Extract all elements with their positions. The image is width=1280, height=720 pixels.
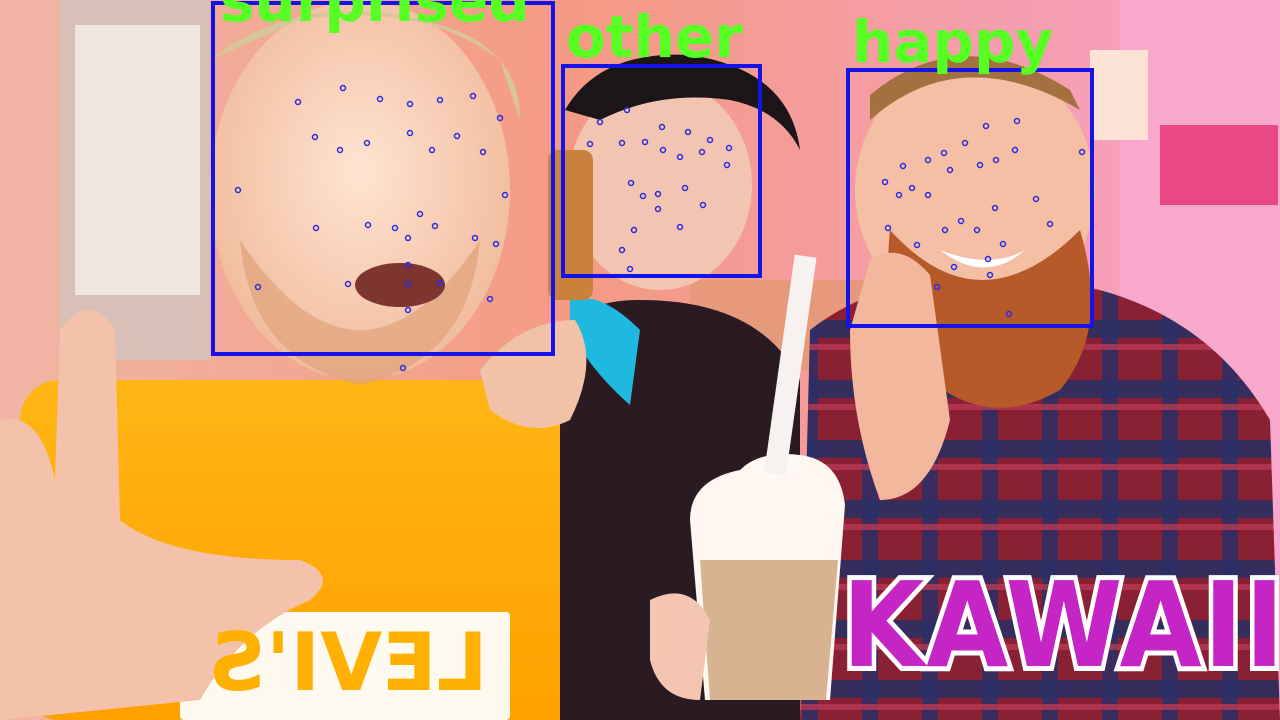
face-landmarks-2 [586,106,733,273]
emotion-label-1: surprised [220,0,530,35]
emotion-label-2: other [566,3,743,71]
shirt-logo-text: LEVI'S [208,615,488,709]
kawaii-sticker-text: KAWAII [837,556,1280,694]
face-box-3 [846,68,1094,328]
face-landmarks-3 [881,117,1086,318]
emotion-label-3: happy [852,8,1054,76]
video-frame: surprised other happy LEVI'S KAWAII [0,0,1280,720]
face-box-2 [561,64,762,278]
face-box-1 [211,1,555,356]
face-landmarks-1 [234,84,509,372]
